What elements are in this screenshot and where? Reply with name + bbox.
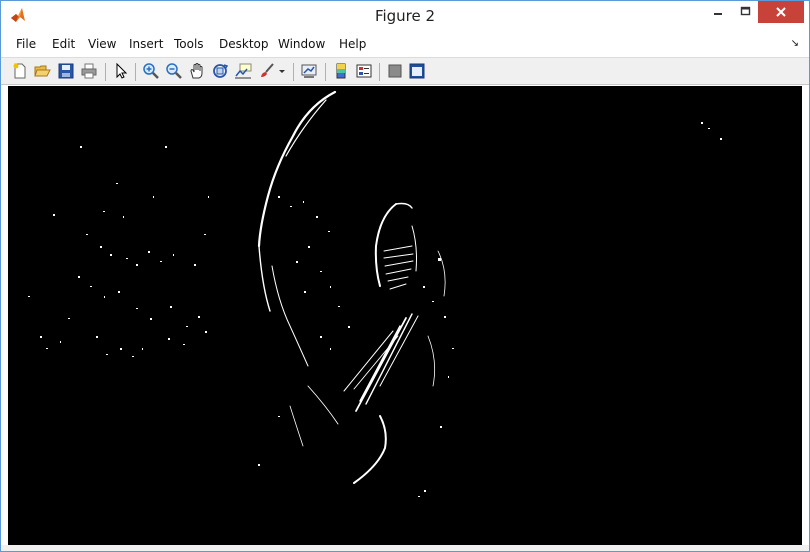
link-plot-icon[interactable] [300,62,318,80]
save-figure-icon[interactable] [57,62,75,80]
menu-bar: File Edit View Insert Tools Desktop Wind… [1,31,809,57]
minimize-button[interactable] [704,1,731,23]
window-bottom-border [1,545,809,551]
insert-colorbar-icon[interactable] [332,62,350,80]
toolbar-separator [325,63,326,81]
chevron-down-icon[interactable] [277,62,287,80]
zoom-out-icon[interactable] [165,62,183,80]
close-button[interactable] [758,1,804,23]
menu-desktop[interactable]: Desktop [219,37,269,51]
maximize-icon [740,6,751,16]
print-figure-icon[interactable] [80,62,98,80]
maximize-button[interactable] [732,1,759,23]
menu-tools[interactable]: Tools [174,37,204,51]
new-figure-icon[interactable] [11,62,29,80]
toolbar-separator [293,63,294,81]
brush-icon[interactable] [258,62,276,80]
menu-edit[interactable]: Edit [52,37,75,51]
pan-hand-icon[interactable] [188,62,206,80]
menu-help[interactable]: Help [339,37,366,51]
zoom-in-icon[interactable] [142,62,160,80]
edge-image [28,90,722,497]
toolbar-separator [379,63,380,81]
window-title: Figure 2 [374,7,436,25]
figure-canvas[interactable] [8,86,802,545]
minimize-icon [714,13,722,15]
open-file-icon[interactable] [34,62,52,80]
rotate-3d-icon[interactable] [211,62,229,80]
figure-window: Figure 2 File Edit View Insert Tools Des… [0,0,810,552]
title-bar[interactable]: Figure 2 [1,1,809,31]
insert-legend-icon[interactable] [355,62,373,80]
chevron-icon[interactable]: ↘ [791,38,799,49]
show-plot-tools-icon[interactable] [408,62,426,80]
data-cursor-icon[interactable] [234,62,252,80]
menu-insert[interactable]: Insert [129,37,163,51]
menu-file[interactable]: File [16,37,36,51]
menu-window[interactable]: Window [278,37,325,51]
toolbar-separator [105,63,106,81]
figure-toolbar [1,57,809,85]
hide-plot-tools-icon[interactable] [386,62,404,80]
menu-view[interactable]: View [88,37,116,51]
toolbar-separator [135,63,136,81]
edit-plot-arrow-icon[interactable] [112,62,130,80]
close-icon [776,7,786,17]
